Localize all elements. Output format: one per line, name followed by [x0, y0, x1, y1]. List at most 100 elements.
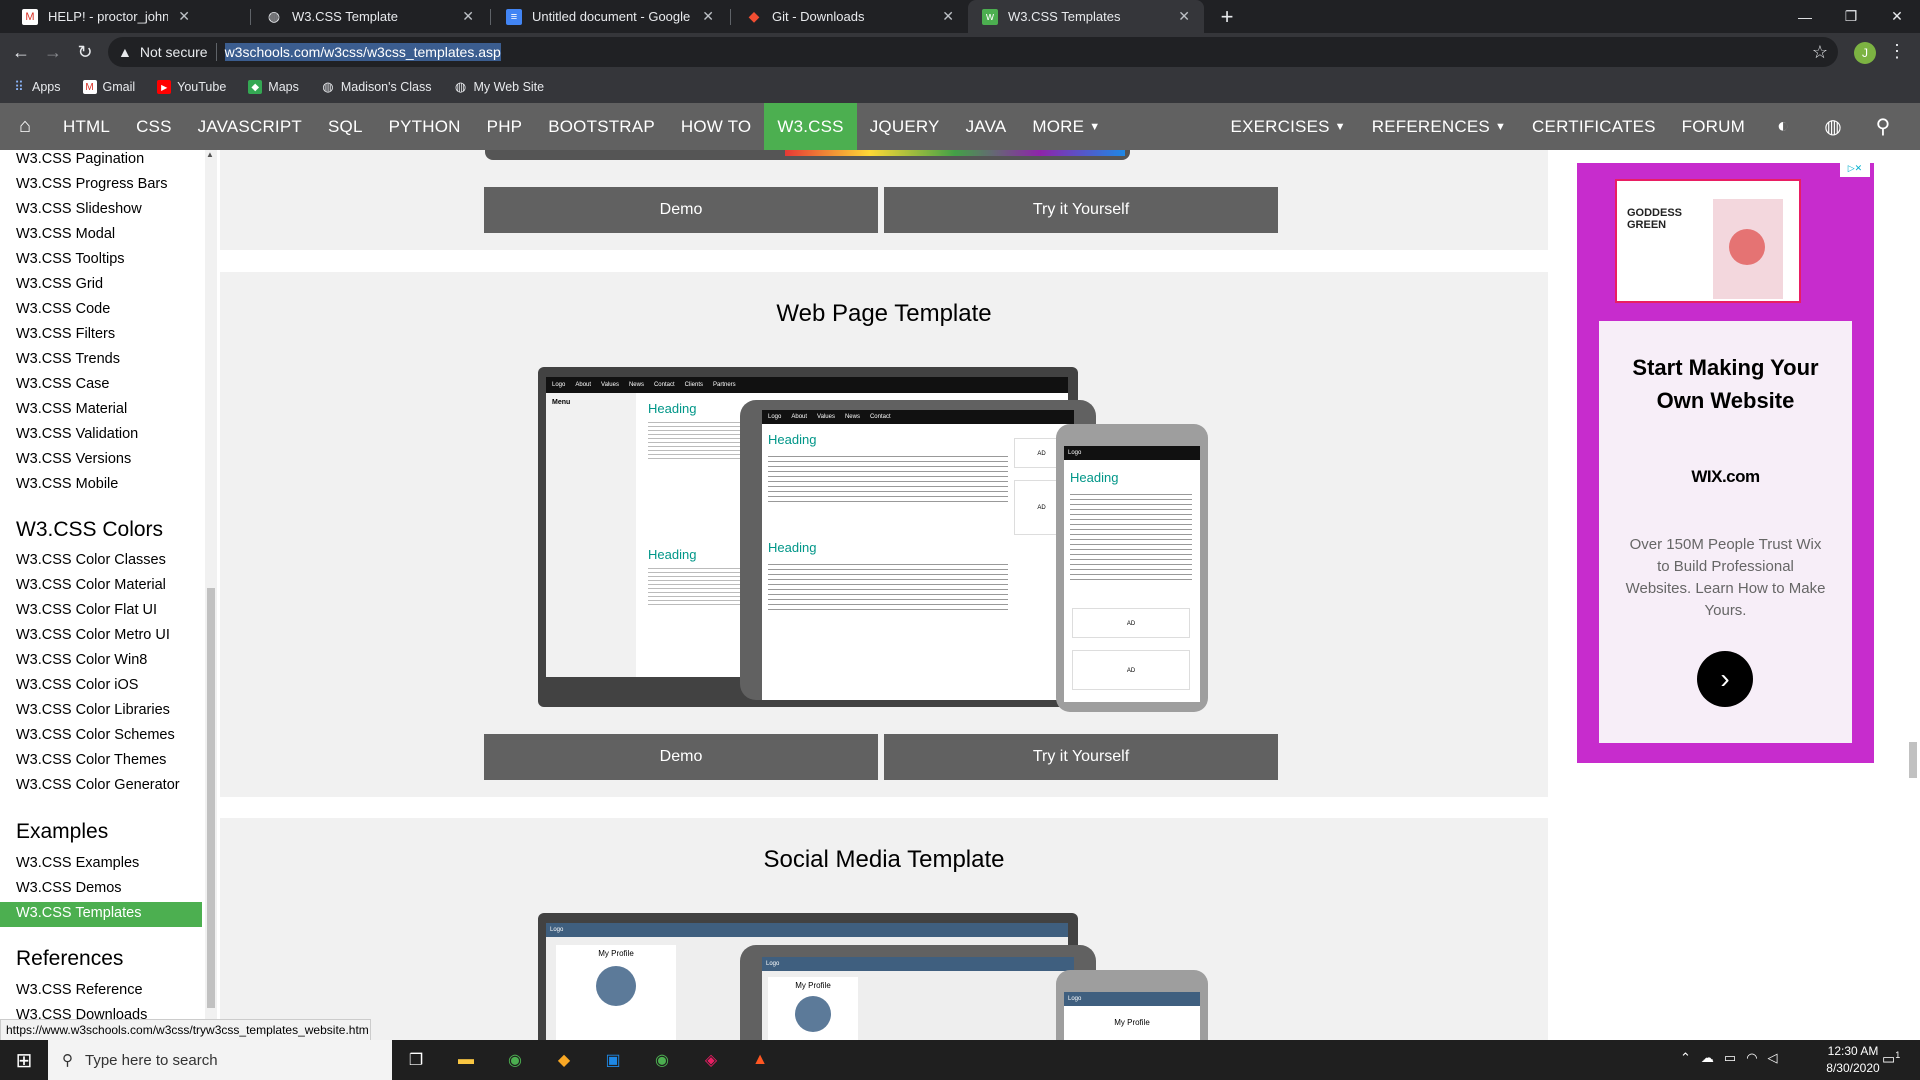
sidebar-link[interactable]: W3.CSS Case: [16, 376, 109, 392]
tab-git-downloads[interactable]: ◆ Git - Downloads ✕: [732, 0, 968, 33]
chevron-up-icon[interactable]: ⌃: [1680, 1050, 1691, 1066]
tab-w3css-template[interactable]: ◍ W3.CSS Template ✕: [252, 0, 488, 33]
scrollbar-thumb[interactable]: [207, 588, 215, 1008]
bookmark-madisons-class[interactable]: ◍ Madison's Class: [321, 79, 431, 94]
sidebar-link[interactable]: W3.CSS Validation: [16, 426, 138, 442]
nav-sql[interactable]: SQL: [315, 103, 376, 150]
bookmark-my-web-site[interactable]: ◍ My Web Site: [453, 79, 544, 94]
nav-how-to[interactable]: HOW TO: [668, 103, 764, 150]
sidebar-link[interactable]: W3.CSS Color Generator: [16, 777, 180, 793]
minimize-icon[interactable]: —: [1782, 0, 1828, 33]
tab-google-doc[interactable]: ≡ Untitled document - Google Doc ✕: [492, 0, 728, 33]
close-window-icon[interactable]: ✕: [1874, 0, 1920, 33]
sidebar-link-active[interactable]: W3.CSS Templates: [16, 905, 141, 921]
app-icon[interactable]: ◈: [693, 1046, 729, 1074]
sidebar-link[interactable]: W3.CSS Reference: [16, 982, 143, 998]
close-icon[interactable]: ✕: [1178, 8, 1190, 25]
sidebar-link[interactable]: W3.CSS Grid: [16, 276, 103, 292]
nav-html[interactable]: HTML: [50, 103, 123, 150]
restore-icon[interactable]: ❐: [1828, 0, 1874, 33]
nav-bootstrap[interactable]: BOOTSTRAP: [535, 103, 668, 150]
nav-css[interactable]: CSS: [123, 103, 185, 150]
page-scrollbar[interactable]: [1906, 150, 1920, 1040]
taskbar-search[interactable]: ⚲ Type here to search: [48, 1040, 392, 1080]
nav-certificates[interactable]: CERTIFICATES: [1519, 103, 1669, 150]
chrome-icon[interactable]: ◉: [644, 1046, 680, 1074]
sidebar-link[interactable]: W3.CSS Tooltips: [16, 251, 125, 267]
nav-forum[interactable]: FORUM: [1669, 103, 1758, 150]
windows-start-icon[interactable]: ⊞: [6, 1046, 42, 1074]
cloud-icon[interactable]: ☁: [1701, 1050, 1714, 1066]
adchoices-icon[interactable]: ▷✕: [1840, 163, 1870, 177]
close-icon[interactable]: ✕: [942, 8, 954, 25]
try-it-yourself-button[interactable]: Try it Yourself: [884, 734, 1278, 780]
ad-banner-image[interactable]: GODDESS GREEN: [1615, 179, 1801, 303]
sidebar-link[interactable]: W3.CSS Color Win8: [16, 652, 147, 668]
speaker-icon[interactable]: ◁: [1768, 1050, 1778, 1066]
app-window-icon[interactable]: ▣: [595, 1046, 631, 1074]
nav-references[interactable]: REFERENCES ▼: [1359, 103, 1519, 150]
nav-w3css[interactable]: W3.CSS: [764, 103, 857, 150]
back-arrow-icon[interactable]: ←: [8, 39, 34, 65]
sidebar-link[interactable]: W3.CSS Color Flat UI: [16, 602, 157, 618]
url-text[interactable]: w3schools.com/w3css/w3css_templates.asp: [224, 43, 501, 61]
arrow-right-icon[interactable]: ›: [1697, 651, 1753, 707]
sidebar-link[interactable]: W3.CSS Material: [16, 401, 127, 417]
nav-java[interactable]: JAVA: [953, 103, 1020, 150]
close-icon[interactable]: ✕: [462, 8, 474, 25]
chrome-icon[interactable]: ◉: [497, 1046, 533, 1074]
tab-gmail[interactable]: M HELP! - proctor_john@wheatonc ✕: [8, 0, 204, 33]
matlab-icon[interactable]: ▲: [742, 1046, 778, 1074]
sidebar-link[interactable]: W3.CSS Examples: [16, 855, 139, 871]
task-view-icon[interactable]: ❐: [398, 1046, 434, 1074]
scrollbar-thumb[interactable]: [1909, 742, 1917, 778]
notification-icon[interactable]: ▭1: [1882, 1050, 1900, 1068]
security-label[interactable]: Not secure: [140, 44, 208, 60]
demo-button[interactable]: Demo: [484, 734, 878, 780]
tab-w3css-templates[interactable]: w W3.CSS Templates ✕: [968, 0, 1204, 33]
try-it-yourself-button[interactable]: Try it Yourself: [884, 187, 1278, 233]
bookmark-maps[interactable]: ◆ Maps: [248, 80, 299, 94]
sidebar-link[interactable]: W3.CSS Color Themes: [16, 752, 166, 768]
sidebar-link[interactable]: W3.CSS Slideshow: [16, 201, 142, 217]
sidebar-link[interactable]: W3.CSS Color Metro UI: [16, 627, 170, 643]
sidebar-link[interactable]: W3.CSS Code: [16, 301, 110, 317]
wifi-icon[interactable]: ◠: [1746, 1050, 1757, 1066]
sidebar-link[interactable]: W3.CSS Color Material: [16, 577, 166, 593]
kebab-menu-icon[interactable]: ⋮: [1888, 41, 1906, 62]
forward-arrow-icon[interactable]: →: [40, 39, 66, 65]
sidebar-link[interactable]: W3.CSS Trends: [16, 351, 120, 367]
sidebar-scrollbar[interactable]: ▲: [205, 150, 217, 1040]
sidebar-link[interactable]: W3.CSS Mobile: [16, 476, 118, 492]
git-kraken-icon[interactable]: ◆: [546, 1046, 582, 1074]
battery-icon[interactable]: ▭: [1724, 1050, 1736, 1066]
nav-jquery[interactable]: JQUERY: [857, 103, 953, 150]
nav-php[interactable]: PHP: [474, 103, 536, 150]
sidebar-link[interactable]: W3.CSS Color Classes: [16, 552, 166, 568]
ad-card[interactable]: Start Making Your Own Website WIX.com Ov…: [1599, 321, 1852, 743]
address-bar[interactable]: ▲ Not secure w3schools.com/w3css/w3css_t…: [108, 37, 1838, 67]
taskbar-clock[interactable]: 12:30 AM 8/30/2020: [1818, 1043, 1888, 1077]
close-icon[interactable]: ✕: [702, 8, 714, 25]
profile-avatar[interactable]: J: [1854, 42, 1876, 64]
demo-button[interactable]: Demo: [484, 187, 878, 233]
new-tab-button[interactable]: +: [1214, 4, 1240, 30]
sidebar-link[interactable]: W3.CSS Progress Bars: [16, 176, 168, 192]
star-icon[interactable]: ☆: [1812, 42, 1828, 63]
scroll-up-arrow-icon[interactable]: ▲: [206, 150, 214, 159]
bookmark-apps[interactable]: ⠿ Apps: [12, 79, 60, 94]
sidebar-link[interactable]: W3.CSS Color Schemes: [16, 727, 175, 743]
reload-icon[interactable]: ↻: [72, 39, 98, 65]
sidebar-link[interactable]: W3.CSS Filters: [16, 326, 115, 342]
sidebar-link[interactable]: W3.CSS Color iOS: [16, 677, 138, 693]
bookmark-youtube[interactable]: ▶ YouTube: [157, 80, 226, 94]
sidebar-link[interactable]: W3.CSS Pagination: [16, 151, 144, 167]
home-icon[interactable]: ⌂: [0, 103, 50, 150]
search-icon[interactable]: ⚲: [1858, 103, 1908, 150]
close-icon[interactable]: ✕: [178, 8, 190, 25]
sidebar-link[interactable]: W3.CSS Modal: [16, 226, 115, 242]
nav-exercises[interactable]: EXERCISES ▼: [1218, 103, 1359, 150]
sidebar-link[interactable]: W3.CSS Versions: [16, 451, 131, 467]
advertisement[interactable]: ▷✕ GODDESS GREEN Start Making Your Own W…: [1577, 163, 1874, 763]
bookmark-gmail[interactable]: M Gmail: [82, 80, 135, 94]
